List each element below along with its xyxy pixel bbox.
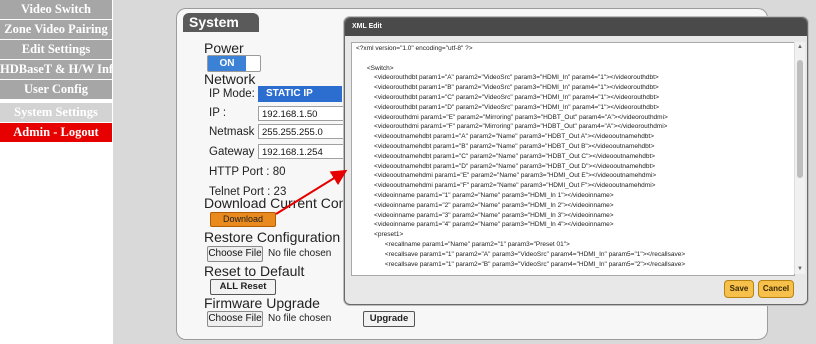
firmware-label: Firmware Upgrade (204, 295, 320, 311)
xml-line: <?xml version="1.0" encoding="utf-8" ?> (356, 45, 473, 52)
xml-line: <videooutnamehdbt param1="D" param2="Nam… (356, 162, 656, 170)
power-toggle[interactable]: ON (207, 55, 261, 72)
xml-line: <recallsave param1="1" param2="A" param3… (356, 250, 686, 258)
xml-line: <videorouthdbt param1="B" param2="VideoS… (356, 84, 659, 92)
save-button[interactable]: Save (724, 280, 754, 298)
netmask-label: Netmask : (209, 126, 261, 138)
xml-line: <videorouthdbt param1="A" param2="VideoS… (356, 74, 659, 82)
xml-line: <videorouthdbt param1="C" param2="VideoS… (356, 94, 660, 101)
xml-line: <videoinname param1="4" param2="Name" pa… (356, 221, 614, 229)
sidebar-item-zone-video-pairing[interactable]: Zone Video Pairing (0, 20, 112, 40)
download-button[interactable]: Download (210, 212, 276, 227)
sidebar-item-user-config[interactable]: User Config (0, 80, 112, 100)
scroll-down-icon[interactable]: ▼ (795, 266, 805, 272)
restore-choose-file-button[interactable]: Choose File (207, 246, 263, 262)
all-reset-button[interactable]: ALL Reset (210, 279, 276, 295)
gateway-label: Gateway : (209, 146, 261, 158)
xml-line: <videoinname param1="2" param2="Name" pa… (356, 201, 614, 209)
sidebar-item-system-settings[interactable]: System Settings (0, 103, 112, 123)
ip-mode-select[interactable]: STATIC IP (258, 86, 342, 102)
reset-label: Reset to Default (204, 263, 305, 279)
ip-field[interactable]: 192.168.1.50 (258, 106, 344, 121)
panel-title: System (183, 13, 259, 32)
xml-line: <videorouthdmi param1="E" param2="Mirror… (356, 113, 668, 121)
xml-line: <videoinname param1="1" param2="Name" pa… (356, 192, 614, 199)
ip-mode-label: IP Mode: (209, 88, 255, 100)
xml-line: <videooutnamehdbt param1="A" param2="Nam… (356, 133, 655, 141)
sidebar-item-admin-logout[interactable]: Admin - Logout (0, 123, 112, 143)
netmask-field[interactable]: 255.255.255.0 (258, 124, 344, 139)
cancel-button[interactable]: Cancel (758, 280, 794, 298)
ip-label: IP : (209, 107, 227, 119)
xml-line: <videooutnamehdmi param1="F" param2="Nam… (356, 182, 656, 190)
xml-line: <recallname param1="Name" param2="1" par… (356, 241, 570, 248)
power-label: Power (204, 40, 244, 56)
xml-line: <videoinname param1="3" param2="Name" pa… (356, 211, 614, 219)
xml-line: <videooutnamehdmi param1="E" param2="Nam… (356, 172, 657, 180)
sidebar-item-video-switch[interactable]: Video Switch (0, 0, 112, 20)
sidebar-item-edit-settings[interactable]: Edit Settings (0, 40, 112, 60)
scroll-thumb[interactable] (797, 60, 803, 178)
restore-no-file-text: No file chosen (268, 248, 332, 259)
xml-line: <videorouthdmi param1="F" param2="Mirror… (356, 123, 668, 131)
sidebar: Video Switch Zone Video Pairing Edit Set… (0, 0, 119, 344)
network-label: Network (204, 71, 256, 87)
xml-line: <recallsave param1="1" param2="B" param3… (356, 260, 686, 268)
firmware-no-file-text: No file chosen (268, 313, 332, 324)
power-toggle-on: ON (208, 56, 246, 71)
xml-line: <videooutnamehdbt param1="C" param2="Nam… (356, 152, 656, 160)
xml-edit-dialog: XML Edit <?xml version="1.0" encoding="u… (344, 17, 808, 305)
xml-line: <preset1> (356, 231, 404, 239)
firmware-choose-file-button[interactable]: Choose File (207, 311, 263, 327)
http-port: HTTP Port : 80 (209, 166, 286, 178)
scroll-up-icon[interactable]: ▲ (795, 44, 805, 50)
sidebar-item-hdbaset-hw-info[interactable]: HDBaseT & H/W Info (0, 60, 119, 80)
gateway-field[interactable]: 192.168.1.254 (258, 144, 344, 159)
xml-textarea[interactable]: <?xml version="1.0" encoding="utf-8" ?> … (351, 42, 795, 276)
xml-scrollbar[interactable]: ▲ ▼ (794, 42, 805, 274)
xml-line: <Switch> (356, 64, 394, 72)
dialog-title: XML Edit (345, 18, 807, 36)
xml-line: <videooutnamehdbt param1="B" param2="Nam… (356, 143, 655, 150)
upgrade-button[interactable]: Upgrade (363, 311, 415, 327)
restore-label: Restore Configuration (204, 229, 341, 245)
xml-line: <videorouthdbt param1="D" param2="VideoS… (356, 103, 660, 111)
